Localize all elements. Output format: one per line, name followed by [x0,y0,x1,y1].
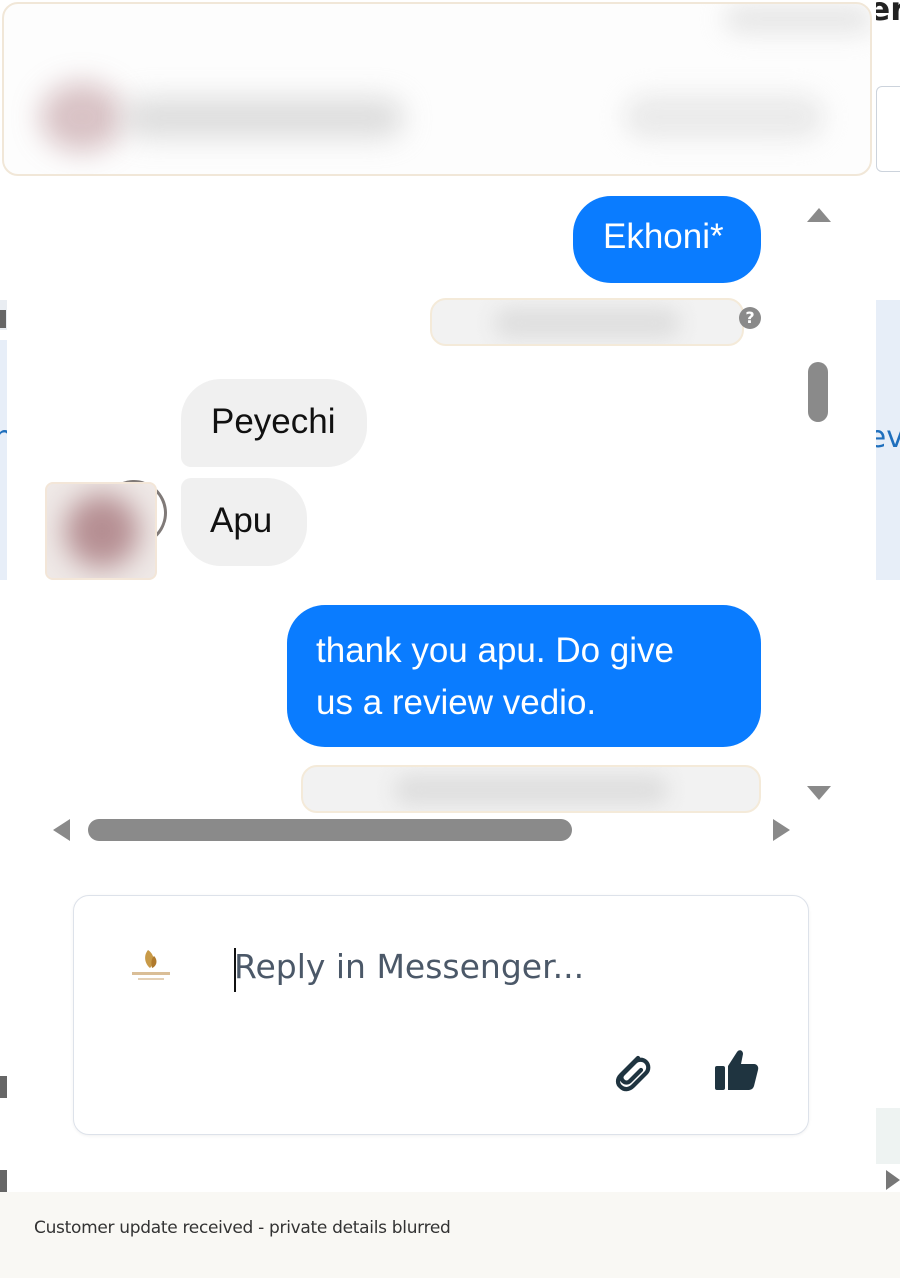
background-field[interactable] [876,86,900,172]
shop-logo-icon [132,950,170,980]
paperclip-icon [615,1055,651,1092]
thumbs-up-icon [715,1050,759,1090]
background-arrow-icon [886,1170,900,1190]
outgoing-message: Ekhoni* [573,196,761,283]
reply-composer [73,895,809,1135]
vertical-scrollbar[interactable] [801,196,836,814]
chat-header-blurred [2,2,872,176]
help-icon[interactable]: ? [739,307,761,329]
contact-avatar[interactable] [45,482,157,580]
horizontal-scrollbar[interactable] [45,814,836,847]
background-stripe [0,310,6,328]
status-footer: Customer update received - private detai… [0,1192,900,1278]
background-stripe [876,1108,900,1164]
outgoing-message: thank you apu. Do give us a review vedio… [287,605,761,747]
footer-status-text: Customer update received - private detai… [34,1218,451,1238]
scroll-down-icon[interactable] [807,786,831,800]
like-button[interactable] [712,1046,762,1096]
blurred-status [301,765,761,813]
attach-button[interactable] [606,1046,656,1096]
scroll-left-icon[interactable] [53,819,70,841]
scroll-up-icon[interactable] [807,208,831,222]
incoming-message: Apu [181,478,307,566]
message-line: thank you apu. Do give [316,631,675,670]
blurred-status [430,298,744,346]
text-caret [234,948,236,992]
message-thread: Ekhoni* ? Peyechi Apu thank you apu. Do … [45,190,801,814]
message-line: us a review vedio. [316,683,597,722]
scroll-right-icon[interactable] [773,819,790,841]
incoming-message: Peyechi [181,379,367,467]
vertical-scroll-thumb[interactable] [808,362,828,422]
horizontal-scroll-thumb[interactable] [88,819,572,841]
reply-input[interactable] [234,936,734,996]
